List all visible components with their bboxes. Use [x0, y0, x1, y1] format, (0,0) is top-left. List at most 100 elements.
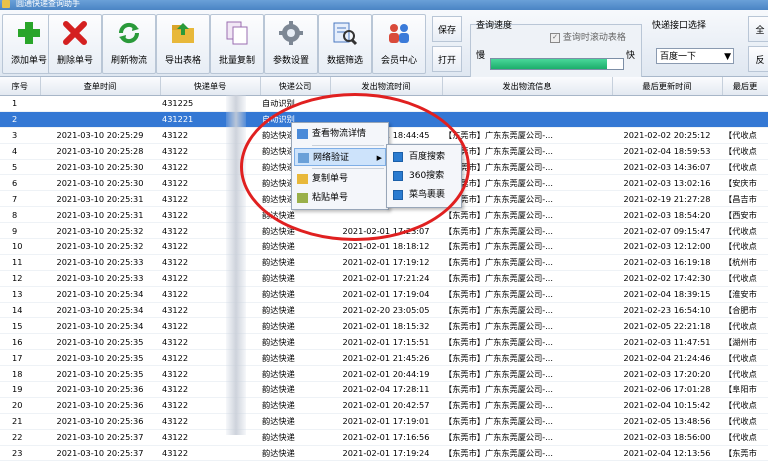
row-last-update: 2021-02-06 17:01:28	[612, 381, 722, 398]
row-query-time	[40, 95, 160, 112]
row-last-info: 【安庆市	[722, 174, 768, 192]
table-row[interactable]: 13 2021-03-10 20:25:34 43122 韵达快递 2021-02-01…	[0, 286, 768, 303]
row-send-time: 2021-02-04 17:28:11	[330, 381, 442, 398]
menu-item-copy-number[interactable]: 复制单号	[294, 170, 386, 188]
header-index[interactable]: 序号	[0, 77, 41, 96]
row-courier: 韵达快递	[260, 254, 330, 271]
header-last-info[interactable]: 最后更	[722, 77, 768, 96]
row-last-update: 2021-02-04 18:59:53	[612, 143, 722, 160]
submenu-item-360[interactable]: 360搜索	[389, 167, 459, 185]
speed-slider[interactable]	[490, 58, 624, 70]
header-query-time[interactable]: 查单时间	[40, 77, 161, 96]
baidu-icon	[393, 152, 403, 162]
select-all-button[interactable]: 全	[748, 16, 768, 42]
row-tracking-number: 43122	[160, 445, 260, 461]
table-row[interactable]: 17 2021-03-10 20:25:35 43122 韵达快递 2021-02-01…	[0, 349, 768, 367]
table-row[interactable]: 16 2021-03-10 20:25:35 43122 韵达快递 2021-02-01…	[0, 333, 768, 351]
table-row[interactable]: 22 2021-03-10 20:25:37 43122 韵达快递 2021-02-01…	[0, 429, 768, 446]
row-index: 13	[0, 286, 40, 303]
row-last-info: 【代收点	[722, 365, 768, 383]
table-row[interactable]: 1 431225 自动识别	[0, 95, 768, 112]
data-filter-button[interactable]: 数据筛选	[318, 14, 372, 74]
row-send-info	[442, 95, 612, 112]
refresh-logistics-button[interactable]: 刷新物流	[102, 14, 156, 74]
row-last-update: 2021-02-02 17:42:30	[612, 270, 722, 287]
member-center-button[interactable]: 会员中心	[372, 14, 426, 74]
cainiao-icon	[393, 190, 403, 200]
submenu-item-cainiao[interactable]: 菜鸟裹裹	[389, 186, 459, 204]
row-last-update: 2021-02-03 18:54:20	[612, 206, 722, 224]
menu-item-paste-number[interactable]: 粘贴单号	[294, 189, 386, 207]
row-query-time: 2021-03-10 20:25:33	[40, 270, 160, 287]
row-index: 5	[0, 159, 40, 176]
row-index: 6	[0, 174, 40, 192]
table-row[interactable]: 21 2021-03-10 20:25:36 43122 韵达快递 2021-02-01…	[0, 413, 768, 430]
title-bar: 圆通快递查询助手	[0, 0, 768, 10]
table-row[interactable]: 18 2021-03-10 20:25:35 43122 韵达快递 2021-02-01…	[0, 365, 768, 383]
checkbox-check-icon: ✓	[550, 32, 560, 43]
member-icon	[389, 24, 409, 43]
row-courier: 韵达快递	[260, 222, 330, 240]
row-courier: 自动识别	[260, 95, 330, 112]
table-row[interactable]: 23 2021-03-10 20:25:37 43122 韵达快递 2021-02-01…	[0, 445, 768, 461]
row-last-info: 【代收点	[722, 270, 768, 287]
table-row[interactable]: 15 2021-03-10 20:25:34 43122 韵达快递 2021-02-01…	[0, 317, 768, 335]
invert-select-button[interactable]: 反	[748, 46, 768, 72]
table-row[interactable]: 20 2021-03-10 20:25:36 43122 韵达快递 2021-02-01…	[0, 397, 768, 414]
delete-number-label: 删除单号	[56, 56, 93, 66]
table-row[interactable]: 11 2021-03-10 20:25:33 43122 韵达快递 2021-02-01…	[0, 254, 768, 271]
scroll-table-checkbox[interactable]: ✓ 查询时滚动表格	[550, 30, 626, 43]
menu-item-view-details[interactable]: 查看物流详情	[294, 125, 386, 143]
search-360-icon	[393, 171, 403, 181]
export-table-button[interactable]: 导出表格	[156, 14, 210, 74]
row-last-update: 2021-02-05 22:21:18	[612, 317, 722, 335]
row-courier: 韵达快递	[260, 270, 330, 287]
delete-number-button[interactable]: 删除单号	[48, 14, 102, 74]
row-query-time: 2021-03-10 20:25:32	[40, 238, 160, 255]
header-last-update[interactable]: 最后更新时间	[612, 77, 723, 96]
table-row[interactable]: 10 2021-03-10 20:25:32 43122 韵达快递 2021-02-01…	[0, 238, 768, 255]
row-query-time: 2021-03-10 20:25:31	[40, 206, 160, 224]
table-row[interactable]: 14 2021-03-10 20:25:34 43122 韵达快递 2021-02-20…	[0, 302, 768, 319]
batch-copy-button[interactable]: 批量复制	[210, 14, 264, 74]
row-last-info: 【代收点	[722, 222, 768, 240]
header-send-time[interactable]: 发出物流时间	[330, 77, 443, 96]
row-last-update: 2021-02-03 17:20:20	[612, 365, 722, 383]
header-send-info[interactable]: 发出物流信息	[442, 77, 613, 96]
plus-icon	[18, 22, 40, 44]
header-tracking-number[interactable]: 快递单号	[160, 77, 261, 96]
folder-export-icon	[172, 23, 194, 43]
settings-button[interactable]: 参数设置	[264, 14, 318, 74]
row-last-info: 【代收点	[722, 429, 768, 446]
row-send-time: 2021-02-01 17:21:24	[330, 270, 442, 287]
api-select[interactable]: 百度一下 ▼	[656, 48, 734, 64]
row-send-time	[330, 95, 442, 112]
save-button[interactable]: 保存	[432, 16, 462, 42]
row-last-info: 【代收点	[722, 349, 768, 367]
table-row[interactable]: 12 2021-03-10 20:25:33 43122 韵达快递 2021-02-01…	[0, 270, 768, 287]
row-send-info: 【东莞市】广东东莞厦公司-...	[442, 159, 612, 176]
table-row[interactable]: 19 2021-03-10 20:25:36 43122 韵达快递 2021-02-04…	[0, 381, 768, 398]
row-last-info: 【代收点	[722, 317, 768, 335]
submenu-item-baidu[interactable]: 百度搜索	[389, 148, 459, 166]
row-send-info: 【东莞市】广东东莞厦公司-...	[442, 143, 612, 160]
row-query-time: 2021-03-10 20:25:30	[40, 159, 160, 176]
menu-item-copy-number-label: 复制单号	[312, 174, 349, 184]
header-courier[interactable]: 快递公司	[260, 77, 331, 96]
row-index: 20	[0, 397, 40, 414]
row-last-info: 【杭州市	[722, 254, 768, 271]
save-label: 保存	[437, 26, 456, 36]
open-button[interactable]: 打开	[432, 46, 462, 72]
row-last-info: 【代收点	[722, 238, 768, 255]
row-send-info: 【东莞市】广东东莞厦公司-...	[442, 333, 612, 351]
row-send-time: 2021-02-01 20:42:57	[330, 397, 442, 414]
row-index: 2	[0, 111, 40, 128]
batch-copy-label: 批量复制	[218, 56, 255, 66]
table-header-row: 序号 查单时间 快递单号 快递公司 发出物流时间 发出物流信息 最后更新时间 最…	[0, 77, 768, 96]
row-courier: 韵达快递	[260, 302, 330, 319]
table-row[interactable]: 9 2021-03-10 20:25:32 43122 韵达快递 2021-02-01 …	[0, 222, 768, 240]
row-query-time: 2021-03-10 20:25:34	[40, 302, 160, 319]
row-courier: 韵达快递	[260, 429, 330, 446]
menu-item-network-verify[interactable]: 网络验证 ▶	[294, 148, 386, 166]
submenu-item-baidu-label: 百度搜索	[409, 152, 446, 162]
